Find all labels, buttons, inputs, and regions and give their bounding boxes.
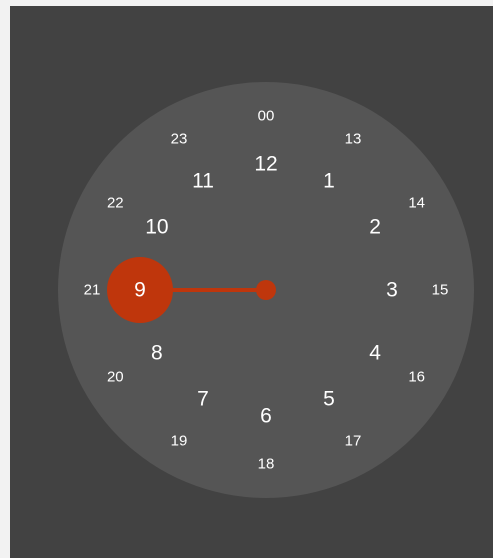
hour-option-4[interactable]: 4 (369, 343, 381, 364)
hour-option-5[interactable]: 5 (323, 389, 335, 410)
hour-option-18[interactable]: 18 (258, 457, 275, 472)
hour-option-20[interactable]: 20 (107, 370, 124, 385)
hour-option-17[interactable]: 17 (345, 433, 362, 448)
time-picker-panel: 12 1 2 3 4 5 6 7 8 9 10 11 00 13 14 15 16 17 18 19 20 21 22 23 (10, 6, 493, 558)
hour-option-3[interactable]: 3 (386, 280, 398, 301)
hour-option-8[interactable]: 8 (151, 343, 163, 364)
hour-option-6[interactable]: 6 (260, 406, 272, 427)
hour-option-22[interactable]: 22 (107, 196, 124, 211)
hour-option-21[interactable]: 21 (84, 283, 101, 298)
clock-hand (107, 257, 276, 323)
hour-option-9[interactable]: 9 (134, 280, 146, 301)
hour-option-16[interactable]: 16 (408, 370, 425, 385)
hour-clock-dial[interactable]: 12 1 2 3 4 5 6 7 8 9 10 11 00 13 14 15 16 17 18 19 20 21 22 23 (58, 82, 474, 498)
hour-option-19[interactable]: 19 (171, 433, 188, 448)
hour-option-10[interactable]: 10 (145, 217, 168, 238)
hour-option-11[interactable]: 11 (192, 170, 214, 191)
hour-option-7[interactable]: 7 (197, 389, 209, 410)
hour-option-15[interactable]: 15 (432, 283, 449, 298)
hour-option-23[interactable]: 23 (171, 132, 188, 147)
hour-option-14[interactable]: 14 (408, 196, 425, 211)
hour-option-12[interactable]: 12 (254, 154, 277, 175)
hour-option-13[interactable]: 13 (345, 132, 362, 147)
hour-option-1[interactable]: 1 (323, 170, 335, 191)
hour-option-2[interactable]: 2 (369, 217, 381, 238)
clock-hand-center-dot (256, 280, 276, 300)
hour-option-00[interactable]: 00 (258, 109, 275, 124)
